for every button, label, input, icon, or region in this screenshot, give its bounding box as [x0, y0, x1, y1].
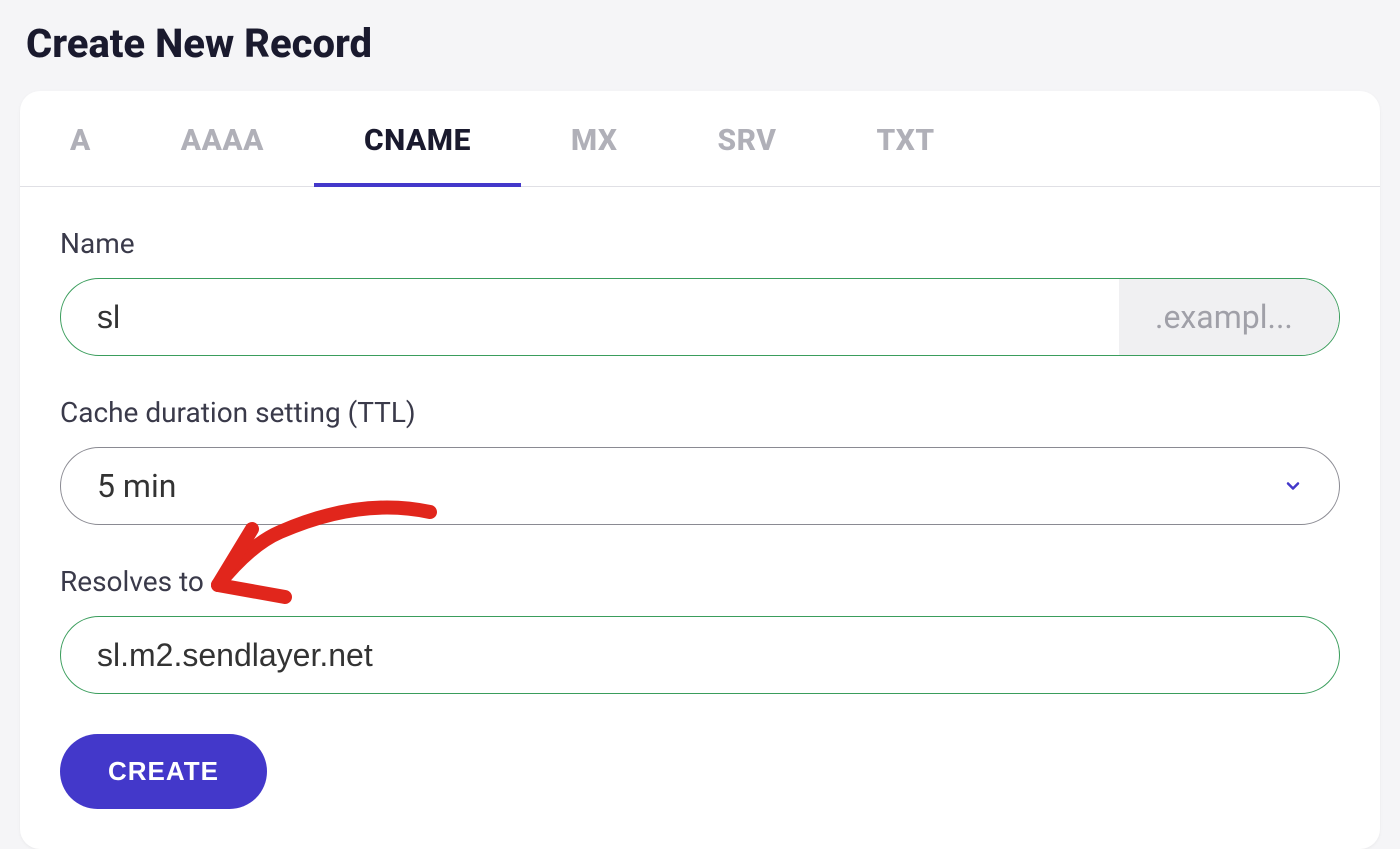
name-input[interactable] [61, 279, 1119, 355]
record-type-tabs: A AAAA CNAME MX SRV TXT [20, 91, 1380, 187]
resolves-group: Resolves to [60, 565, 1340, 694]
chevron-down-icon [1283, 476, 1303, 496]
ttl-select[interactable]: 5 min [60, 447, 1340, 525]
tab-txt[interactable]: TXT [827, 91, 985, 186]
tab-a[interactable]: A [60, 91, 131, 186]
ttl-group: Cache duration setting (TTL) 5 min [60, 396, 1340, 525]
tab-cname[interactable]: CNAME [314, 91, 521, 186]
tab-mx[interactable]: MX [521, 91, 668, 186]
form-body: Name .exampl... Cache duration setting (… [20, 187, 1380, 849]
name-group: Name .exampl... [60, 227, 1340, 356]
ttl-value: 5 min [97, 467, 1283, 505]
tab-srv[interactable]: SRV [668, 91, 827, 186]
tab-aaaa[interactable]: AAAA [131, 91, 314, 186]
resolves-label: Resolves to [60, 565, 1340, 598]
ttl-label: Cache duration setting (TTL) [60, 396, 1340, 429]
name-domain-suffix: .exampl... [1119, 279, 1339, 355]
record-card: A AAAA CNAME MX SRV TXT Name .exampl... … [20, 91, 1380, 849]
name-input-wrapper: .exampl... [60, 278, 1340, 356]
resolves-input[interactable] [61, 617, 1339, 693]
name-label: Name [60, 227, 1340, 260]
create-button[interactable]: CREATE [60, 734, 267, 809]
resolves-input-wrapper [60, 616, 1340, 694]
page-title: Create New Record [26, 20, 1380, 67]
